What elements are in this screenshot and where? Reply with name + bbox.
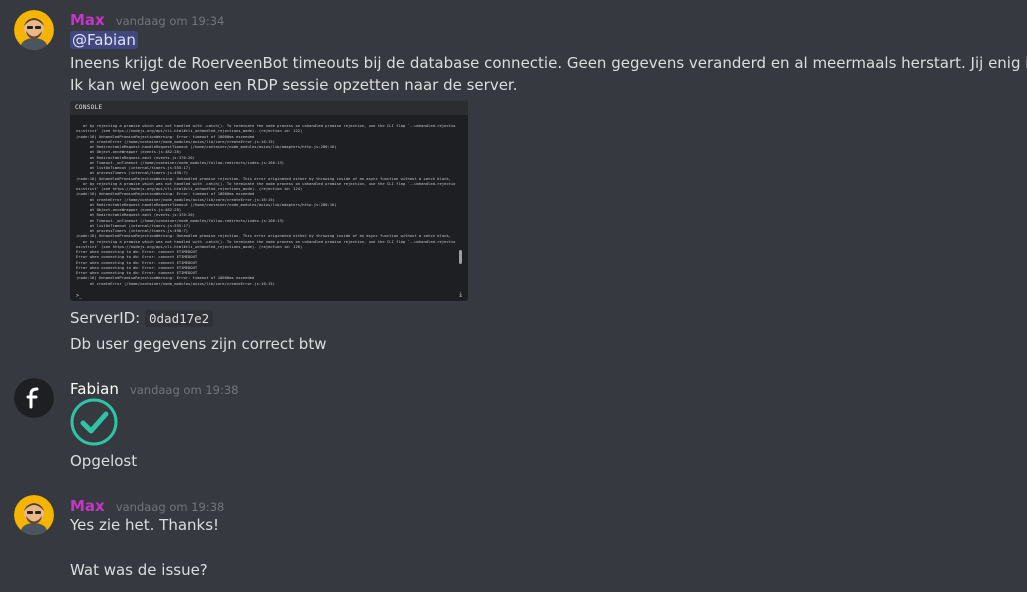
author-name[interactable]: Max <box>70 497 105 515</box>
console-scrollbar <box>459 250 462 264</box>
console-line: at createError (/home/container/node_mod… <box>76 280 275 286</box>
console-prompt: >_ <box>76 293 83 299</box>
timestamp[interactable]: vandaag om 19:38 <box>130 383 239 397</box>
max-avatar-icon <box>14 495 54 535</box>
message-text: Wat was de issue? <box>70 561 208 579</box>
server-id-line: ServerID: 0dad17e2 <box>70 309 214 327</box>
message-header: Fabian vandaag om 19:38 <box>70 379 238 398</box>
console-line: (node:16) UnhandledPromiseRejectionWarni… <box>76 233 451 239</box>
avatar-fabian[interactable] <box>14 378 54 418</box>
console-screenshot[interactable]: CONSOLE or by rejecting a promise which … <box>70 101 468 301</box>
avatar-max[interactable] <box>14 495 54 535</box>
console-line: or by rejecting a promise which was not … <box>76 238 456 244</box>
message-header: Max vandaag om 19:38 <box>70 496 224 515</box>
timestamp[interactable]: vandaag om 19:34 <box>116 14 225 28</box>
fabian-avatar-icon <box>14 378 54 418</box>
message-text: Ineens krijgt de RoerveenBot timeouts bi… <box>70 54 1027 72</box>
author-name[interactable]: Fabian <box>70 380 119 398</box>
server-id-code: 0dad17e2 <box>145 310 214 327</box>
message-max-2: Max vandaag om 19:38 Yes zie het. Thanks… <box>0 487 1027 592</box>
console-log: or by rejecting a promise which was not … <box>76 123 456 293</box>
message-fabian: Fabian vandaag om 19:38 <box>0 370 1027 480</box>
message-max-1: Max vandaag om 19:34 @Fabian Ineens krij… <box>0 0 1027 360</box>
avatar-max[interactable] <box>14 10 54 50</box>
check-mark-icon <box>70 398 118 446</box>
author-name[interactable]: Max <box>70 11 105 29</box>
message-text: Db user gegevens zijn correct btw <box>70 335 327 353</box>
mention-fabian[interactable]: @Fabian <box>70 31 138 49</box>
max-avatar-icon <box>14 10 54 50</box>
message-text: Yes zie het. Thanks! <box>70 516 220 534</box>
console-line: (node:16) UnhandledPromiseRejectionWarni… <box>76 175 451 181</box>
mention-line: @Fabian <box>70 31 138 49</box>
message-header: Max vandaag om 19:34 <box>70 10 224 29</box>
message-text: Ik kan wel gewoon een RDP sessie opzette… <box>70 76 518 94</box>
message-text: Opgelost <box>70 452 138 470</box>
download-icon: ⤓ <box>459 291 462 298</box>
server-id-label: ServerID: <box>70 309 141 327</box>
console-title: CONSOLE <box>70 101 468 115</box>
timestamp[interactable]: vandaag om 19:38 <box>116 500 225 514</box>
